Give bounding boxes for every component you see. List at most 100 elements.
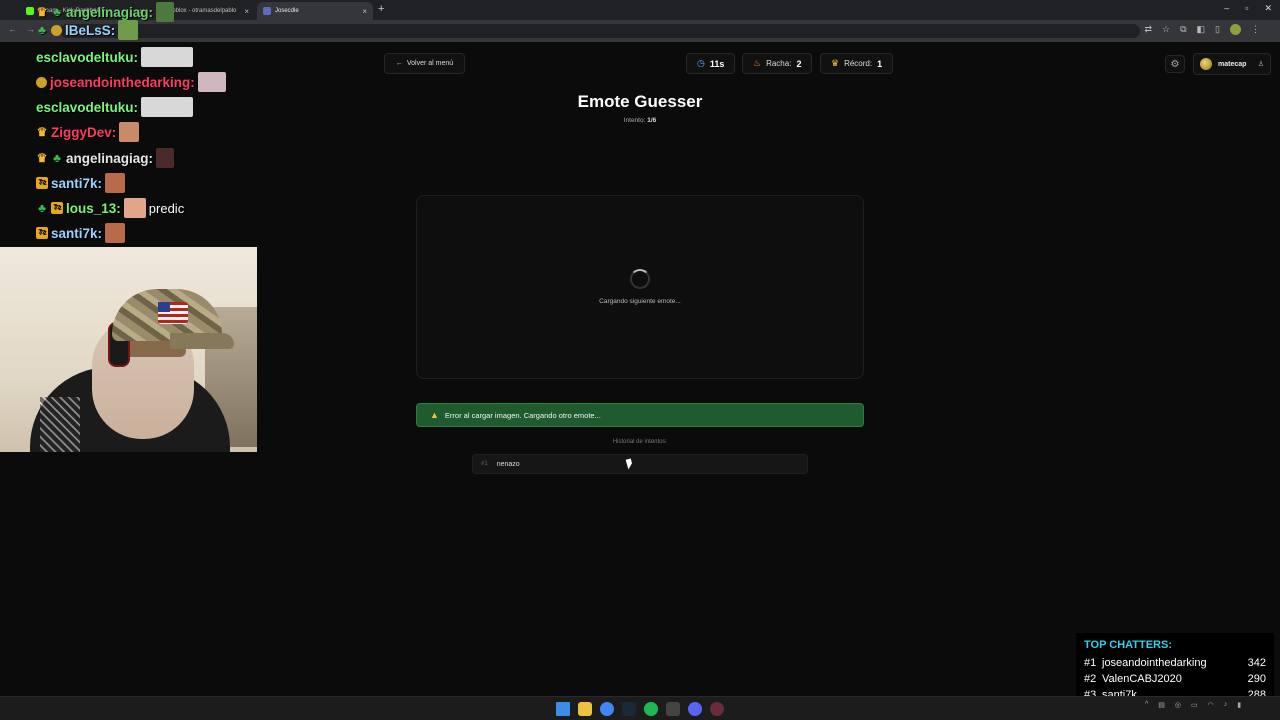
chat-emote — [123, 198, 146, 218]
tab-label: Josecdle — [275, 8, 299, 14]
leaf-badge-icon: ♣ — [38, 23, 46, 37]
seven-tv-badge-icon: 7z — [36, 227, 48, 239]
chat-emote — [118, 20, 139, 40]
webcam-shirt-print — [40, 397, 80, 452]
chat-message: esclavodeltuku: — [36, 95, 194, 119]
user-menu-button[interactable]: matecap ♙ — [1193, 53, 1271, 75]
attempt-value: 1/6 — [647, 117, 657, 124]
new-tab-icon[interactable]: + — [378, 3, 384, 15]
history-item-number: #1 — [481, 461, 488, 467]
screen: Stream - Kick Dashboard × Roblox - otram… — [0, 0, 1280, 720]
chat-message: 7z santi7k: — [36, 221, 126, 245]
chatter-count: 290 — [1247, 673, 1266, 685]
chat-emote — [156, 148, 175, 168]
arrow-left-icon: ← — [395, 60, 403, 67]
leaf-badge-icon: ♣ — [38, 201, 46, 215]
chatter-count: 342 — [1247, 657, 1266, 669]
forward-arrow-icon[interactable]: → — [26, 24, 35, 34]
chat-username: ZiggyDev: — [51, 124, 117, 140]
chat-message: ♛ ZiggyDev: — [36, 120, 140, 144]
trophy-icon: ♛ — [831, 58, 840, 68]
chat-emote — [141, 47, 194, 67]
toolbar-icons: ⇄ ☆ ⧉ ◧ ▯ ⋮ — [1144, 24, 1260, 35]
streak-label: Racha: — [766, 59, 792, 68]
chat-message: 7z santi7k: — [36, 171, 126, 195]
chat-emote — [141, 97, 194, 117]
maximize-icon[interactable]: ▫ — [1245, 3, 1248, 14]
chat-text: predic — [148, 200, 185, 216]
attempt-label: Intento: — [623, 117, 646, 124]
webcam-cap-visor — [170, 333, 234, 349]
chat-username: esclavodeltuku: — [36, 49, 139, 65]
crown-badge-icon: ♛ — [36, 151, 48, 165]
streak-value: 2 — [796, 58, 802, 69]
minimize-icon[interactable]: – — [1224, 3, 1229, 14]
chatter-rank: #1 — [1084, 657, 1097, 669]
close-window-icon[interactable]: ✕ — [1264, 3, 1272, 14]
chat-message: ♣ lBeLsS: — [36, 18, 139, 42]
taskbar-windows-start-icon[interactable] — [556, 702, 570, 716]
taskbar-epic-icon[interactable] — [666, 702, 680, 716]
chat-emote — [105, 173, 126, 193]
history-label: Historial de intentos: — [612, 439, 668, 445]
alert-text: Error al cargar imagen. Cargando otro em… — [444, 410, 601, 420]
chat-username: lous_13: — [66, 200, 121, 216]
taskbar-steam-icon[interactable] — [622, 702, 636, 716]
close-tab-icon[interactable]: × — [362, 7, 367, 16]
settings-button[interactable]: ⚙ — [1165, 55, 1185, 73]
coin-badge-icon — [51, 24, 62, 36]
taskbar-spotify-icon[interactable] — [644, 702, 658, 716]
crown-badge-icon: ♛ — [36, 125, 48, 139]
status-alert: ▲ Error al cargar imagen. Cargando otro … — [416, 403, 864, 427]
menu-icon[interactable]: ⋮ — [1251, 24, 1260, 35]
clock-icon: ◷ — [697, 58, 705, 68]
chat-username: lBeLsS: — [65, 22, 116, 38]
tray-app-icon[interactable]: ◎ — [1175, 701, 1181, 709]
coin-badge-icon — [36, 76, 47, 88]
tab-josecdle[interactable]: Josecdle × — [257, 2, 373, 20]
tray-network-icon[interactable]: ▤ — [1158, 701, 1165, 709]
taskbar-file-explorer-icon[interactable] — [578, 702, 592, 716]
loading-text: Cargando siguiente emote... — [599, 298, 681, 305]
taskbar-chrome-icon[interactable] — [600, 702, 614, 716]
chat-username: santi7k: — [51, 175, 103, 191]
sidebar-icon[interactable]: ▯ — [1215, 24, 1220, 35]
webcam-cap-flag-patch — [158, 302, 188, 324]
record-value: 1 — [877, 58, 883, 69]
tray-volume-icon[interactable]: ♪ — [1224, 701, 1228, 709]
translate-icon[interactable]: ⇄ — [1144, 24, 1152, 35]
system-tray: ^ ▤ ◎ ▭ ◠ ♪ ▮ — [1145, 701, 1241, 709]
back-arrow-icon[interactable]: ← — [8, 24, 17, 34]
chat-message: joseandointhedarking: — [36, 70, 226, 94]
back-to-menu-label: Volver al menú — [406, 60, 454, 67]
webcam-feed — [0, 247, 257, 452]
chat-message: ♛ ♣ angelinagiag: — [36, 146, 175, 170]
taskbar-discord-icon[interactable] — [688, 702, 702, 716]
user-icon: ♙ — [1257, 61, 1264, 68]
address-bar[interactable] — [60, 24, 1140, 38]
chat-username: santi7k: — [51, 225, 103, 241]
profile-avatar-icon[interactable] — [1230, 24, 1241, 35]
avatar — [1200, 58, 1212, 70]
puzzle-icon[interactable]: ◧ — [1197, 24, 1206, 35]
kick-favicon-icon — [26, 7, 34, 15]
star-icon[interactable]: ☆ — [1162, 24, 1170, 35]
chat-emote — [119, 122, 140, 142]
josecdle-favicon-icon — [263, 7, 271, 15]
history-item-guess: nenazo — [496, 460, 520, 468]
back-to-menu-button[interactable]: ← Volver al menú — [384, 53, 465, 74]
chat-username: angelinagiag: — [66, 150, 154, 166]
taskbar-obs-icon[interactable] — [710, 702, 724, 716]
chat-emote — [197, 72, 226, 92]
chatter-name: ValenCABJ2020 — [1102, 673, 1182, 685]
seven-tv-badge-icon: 7z — [36, 177, 48, 189]
tray-wifi-icon[interactable]: ◠ — [1208, 701, 1214, 709]
browser-tab-bar: Stream - Kick Dashboard × Roblox - otram… — [0, 0, 1280, 20]
tray-battery-icon[interactable]: ▮ — [1237, 701, 1241, 709]
tray-chevron-icon[interactable]: ^ — [1145, 701, 1148, 709]
crown-badge-icon: ♛ — [36, 5, 48, 19]
chatter-row: #2 ValenCABJ2020 290 — [1084, 671, 1266, 687]
tray-language-icon[interactable]: ▭ — [1191, 701, 1198, 709]
close-tab-icon[interactable]: × — [244, 7, 249, 16]
extension-icon[interactable]: ⧉ — [1180, 24, 1186, 35]
